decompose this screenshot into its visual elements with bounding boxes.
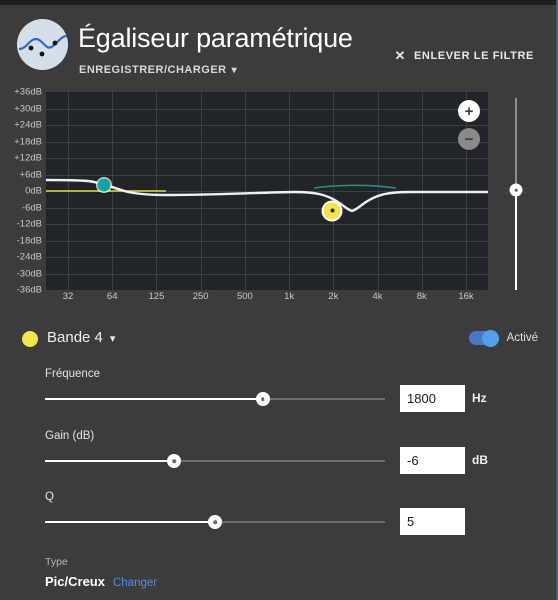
y-axis-tick: +24dB	[14, 119, 42, 131]
plus-icon: +	[464, 102, 474, 120]
filter-type-value-row: Pic/Creux Changer	[45, 574, 157, 589]
unit-label-gain: dB	[472, 453, 488, 467]
chevron-down-icon: ▾	[231, 65, 238, 76]
vslider-knob[interactable]	[509, 183, 523, 197]
y-axis-tick: +12dB	[14, 152, 42, 164]
value-input-q[interactable]	[400, 508, 465, 535]
graph-vertical-zoom-slider[interactable]	[506, 98, 526, 290]
zoom-out-button[interactable]: −	[458, 128, 480, 150]
band-color-dot	[22, 331, 38, 347]
value-input-frequence[interactable]	[400, 385, 465, 412]
eq-wave-circle-icon	[17, 19, 68, 70]
handle-center-dot	[330, 208, 335, 213]
x-axis-tick: 8k	[416, 291, 427, 302]
band-dropdown[interactable]: Bande 4 ▾	[47, 329, 115, 346]
vslider-track-upper	[515, 98, 517, 191]
slider-knob-gain[interactable]	[167, 454, 182, 468]
value-input-gain[interactable]	[400, 447, 465, 474]
slider-q[interactable]	[45, 513, 385, 531]
param-label-frequence: Fréquence	[45, 368, 100, 380]
band-enable-toggle[interactable]: Activé	[468, 329, 538, 347]
eq-graph: +36dB +30dB +24dB +18dB +12dB +6dB 0dB -6dB -12d…	[0, 86, 556, 310]
graph-plot-area[interactable]: + −	[46, 92, 488, 290]
slider-fill	[45, 521, 215, 523]
slider-knob-q[interactable]	[208, 515, 222, 529]
slider-fill	[45, 398, 263, 400]
y-axis-tick: -12dB	[16, 218, 42, 230]
x-axis-tick: 125	[148, 291, 165, 302]
slider-fill	[45, 460, 175, 462]
y-axis-tick: 0dB	[25, 185, 42, 197]
graph-y-axis: +36dB +30dB +24dB +18dB +12dB +6dB 0dB -6dB -12d…	[0, 86, 46, 296]
band-handle-yellow[interactable]	[323, 202, 341, 220]
x-axis-tick: 32	[62, 291, 74, 302]
y-axis-tick: +36dB	[14, 86, 42, 98]
y-axis-tick: -18dB	[16, 235, 42, 246]
vslider-track-lower	[515, 190, 517, 290]
minus-icon: −	[464, 130, 474, 148]
slider-frequence[interactable]	[45, 390, 385, 408]
x-axis-tick: 64	[106, 291, 118, 302]
slider-track-remainder	[215, 521, 385, 523]
y-axis-tick: +18dB	[14, 136, 42, 147]
x-axis-tick: 1k	[284, 291, 295, 302]
plugin-window: Égaliseur paramétrique ENREGISTRER/CHARG…	[0, 0, 558, 600]
filter-type-label: Type	[45, 556, 68, 568]
page-title: Égaliseur paramétrique	[78, 23, 353, 53]
filter-type-change-link[interactable]: Changer	[113, 577, 157, 589]
band-name-label: Bande 4	[47, 329, 103, 346]
x-axis-tick: 2k	[328, 291, 339, 302]
x-axis-tick: 250	[192, 291, 209, 302]
eq-curves	[46, 178, 488, 213]
band-handle-teal[interactable]	[97, 178, 111, 192]
y-axis-tick: -6dB	[21, 202, 42, 213]
close-x-icon: ✕	[394, 48, 406, 63]
toggle-label: Activé	[506, 332, 538, 344]
y-axis-tick: +6dB	[19, 169, 42, 180]
slider-knob-frequence[interactable]	[255, 392, 270, 406]
save-load-label: ENREGISTRER/CHARGER	[79, 64, 227, 76]
remove-filter-button[interactable]: ✕ ENLEVER LE FILTRE	[394, 49, 534, 62]
toggle-knob	[481, 329, 499, 347]
unit-label-frequence: Hz	[472, 391, 487, 405]
toggle-track	[468, 329, 499, 347]
slider-track-remainder	[262, 398, 385, 400]
x-axis-tick: 16k	[458, 291, 474, 302]
y-axis-tick: -30dB	[16, 268, 42, 279]
x-axis-tick: 500	[236, 291, 253, 302]
remove-filter-label: ENLEVER LE FILTRE	[413, 49, 534, 62]
param-label-gain: Gain (dB)	[45, 430, 95, 442]
param-label-q: Q	[45, 491, 54, 503]
chevron-down-icon: ▾	[109, 333, 116, 345]
band-selector-row: Bande 4 ▾ Activé	[0, 322, 556, 356]
graph-x-axis: 32 64 125 250 500 1k 2k 4k 8k 16k	[46, 291, 488, 309]
slider-track-remainder	[174, 460, 385, 462]
save-load-dropdown[interactable]: ENREGISTRER/CHARGER ▾	[79, 64, 237, 76]
plugin-header: Égaliseur paramétrique ENREGISTRER/CHARG…	[0, 5, 556, 88]
y-axis-tick: +30dB	[14, 103, 42, 114]
slider-gain[interactable]	[45, 452, 385, 470]
y-axis-tick: -36dB	[16, 284, 42, 296]
zoom-in-button[interactable]: +	[458, 100, 480, 122]
x-axis-tick: 4k	[372, 291, 383, 302]
filter-type-value: Pic/Creux	[45, 574, 105, 589]
y-axis-tick: -24dB	[16, 251, 42, 263]
